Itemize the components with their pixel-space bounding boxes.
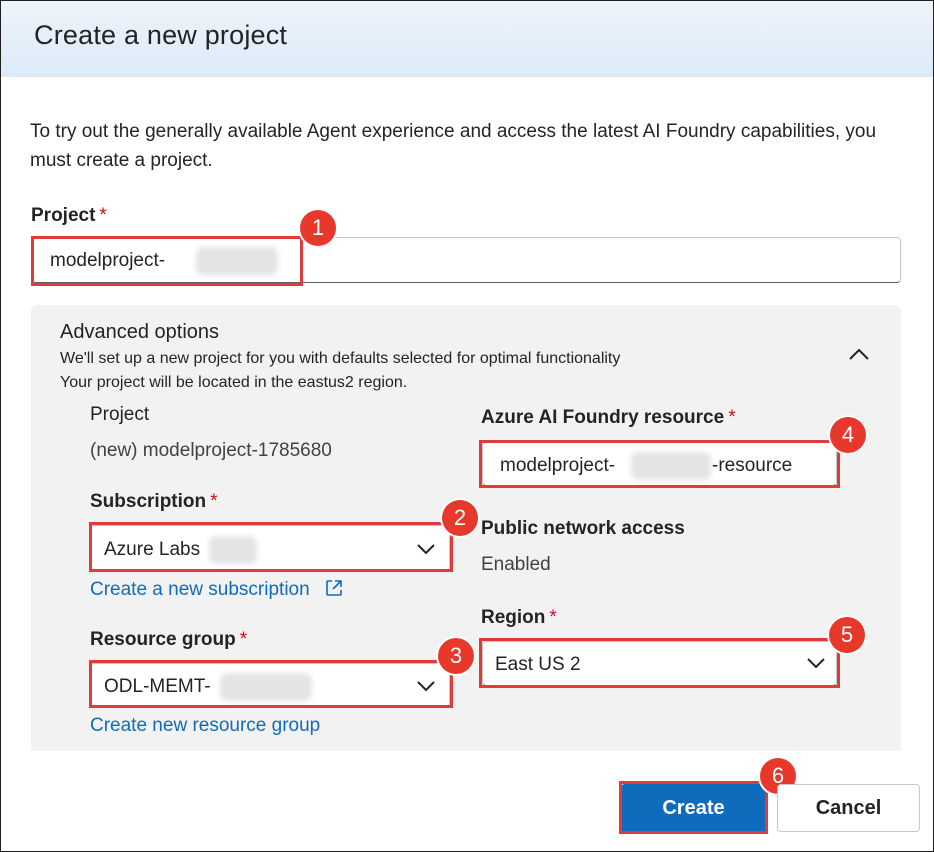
intro-text: To try out the generally available Agent… xyxy=(30,121,877,171)
adv-project-label: Project xyxy=(90,404,150,425)
network-access-label: Public network access xyxy=(481,518,685,539)
network-access-value: Enabled xyxy=(481,554,551,575)
highlight-box-6 xyxy=(619,781,768,834)
region-label: Region * xyxy=(481,607,557,628)
step-badge-3: 3 xyxy=(438,638,474,674)
create-subscription-link[interactable]: Create a new subscription xyxy=(90,577,342,601)
advanced-options-note: We'll set up a new project for you with … xyxy=(60,350,621,367)
required-mark: * xyxy=(99,205,107,226)
create-project-dialog: Create a new project To try out the gene… xyxy=(0,0,934,852)
region-note: Your project will be located in the east… xyxy=(60,374,408,391)
required-mark: * xyxy=(239,629,248,650)
external-link-icon xyxy=(326,580,342,596)
cancel-button[interactable]: Cancel xyxy=(777,784,920,832)
step-badge-5: 5 xyxy=(829,617,865,653)
highlight-box-1 xyxy=(31,236,303,286)
project-label: Project * xyxy=(31,205,107,226)
step-badge-2: 2 xyxy=(442,500,478,536)
step-badge-1: 1 xyxy=(300,210,336,246)
advanced-options-title: Advanced options xyxy=(60,321,220,343)
create-resource-group-link[interactable]: Create new resource group xyxy=(90,715,320,737)
step-badge-4: 4 xyxy=(830,417,866,453)
dialog-title: Create a new project xyxy=(34,20,288,50)
subscription-label: Subscription * xyxy=(90,491,218,512)
highlight-box-3 xyxy=(89,660,453,708)
required-mark: * xyxy=(210,491,218,512)
required-mark: * xyxy=(549,607,557,628)
foundry-resource-label: Azure AI Foundry resource * xyxy=(481,407,736,428)
chevron-up-icon[interactable] xyxy=(848,347,870,361)
highlight-box-4 xyxy=(479,440,840,488)
adv-project-value: (new) modelproject-1785680 xyxy=(90,440,332,461)
highlight-box-2 xyxy=(89,522,453,572)
resource-group-label: Resource group * xyxy=(90,629,248,650)
required-mark: * xyxy=(728,407,736,428)
dialog-header: Create a new project xyxy=(1,1,933,77)
highlight-box-5 xyxy=(479,638,840,688)
